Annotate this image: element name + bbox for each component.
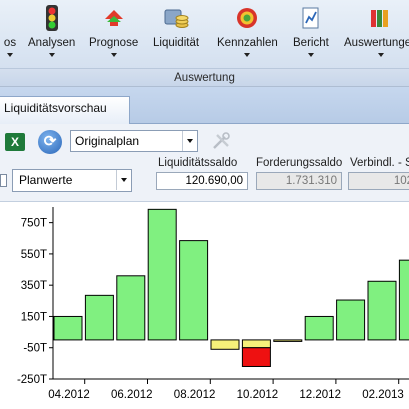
view-toolbar: X ⟳ Originalplan Planwerte Liquiditätssa… <box>0 124 409 202</box>
plan-select[interactable]: Originalplan <box>70 130 198 152</box>
y-tick-label: -250T <box>17 374 47 386</box>
verb-label: Verbindl. - Sa <box>350 157 409 169</box>
dropdown-arrow-icon <box>7 53 13 57</box>
saldo-field[interactable]: 120.690,00 <box>156 172 248 190</box>
ribbon-group-label: Auswertung <box>0 68 409 86</box>
app-window: os Analysen Prognose Liquidität Kennzahl… <box>0 0 409 409</box>
ribbon-button-bericht[interactable]: Bericht <box>293 4 329 66</box>
forder-label: Forderungssaldo <box>256 157 343 169</box>
bar-12.2012 <box>304 315 334 341</box>
ribbon-label: os <box>3 37 17 49</box>
y-tick-label: 350T <box>21 280 47 292</box>
coins-icon <box>162 4 190 32</box>
values-select-value: Planwerte <box>19 173 73 187</box>
dropdown-arrow-icon <box>244 53 251 57</box>
tools-icon[interactable] <box>210 131 232 151</box>
dropdown-arrow-icon <box>307 53 314 57</box>
chart-svg: 750T 550T 350T 150T -50T -250T04.2012 06.2012 0… <box>17 207 409 401</box>
ribbon-button-analysen[interactable]: Analysen <box>28 4 75 66</box>
bar-11.2012 <box>273 339 303 342</box>
refresh-button[interactable]: ⟳ <box>38 130 62 154</box>
dropdown-arrow-icon <box>377 53 384 57</box>
ribbon-label: Kennzahlen <box>217 37 278 49</box>
arrows-icon <box>100 4 128 32</box>
bar-05.2012 <box>84 294 114 341</box>
x-tick-label: 10.2012 <box>237 389 279 401</box>
dropdown-arrow-icon <box>110 53 117 57</box>
ribbon-button-liquiditaet[interactable]: Liquidität <box>153 4 199 66</box>
bar-10.2012-upper <box>241 339 271 349</box>
y-tick-label: 750T <box>21 218 47 230</box>
verb-field: 102 <box>348 172 409 190</box>
ribbon-button-prognose[interactable]: Prognose <box>89 4 138 66</box>
bar-06.2012 <box>116 275 146 341</box>
forder-field: 1.731.310 <box>256 172 342 190</box>
bar-04.2012 <box>53 315 83 341</box>
plan-select-value: Originalplan <box>75 134 140 148</box>
bar-03.2013 <box>398 259 409 341</box>
chevron-down-icon[interactable] <box>182 131 197 151</box>
bar-02.2013 <box>367 280 397 341</box>
ribbon-button-auswertungen[interactable]: Auswertungen <box>344 4 409 66</box>
ribbon-label: Bericht <box>293 37 329 49</box>
bar-09.2012 <box>210 339 240 350</box>
document-tab-strip: Liquiditätsvorschau <box>0 87 409 124</box>
tab-liquiditaetsvorschau[interactable]: Liquiditätsvorschau <box>0 96 130 124</box>
bar-10.2012-lower <box>241 347 271 367</box>
y-tick-label: 550T <box>21 249 47 261</box>
x-tick-label: 06.2012 <box>111 389 153 401</box>
ribbon: os Analysen Prognose Liquidität Kennzahl… <box>0 0 409 87</box>
bar-07.2012 <box>147 208 177 341</box>
binders-icon <box>367 4 395 32</box>
liquidity-chart: 750T 550T 350T 150T -50T -250T 04.2012 06.2012 0… <box>0 203 409 409</box>
traffic-light-icon <box>38 4 66 32</box>
excel-icon: X <box>10 135 19 149</box>
ribbon-label: Auswertungen <box>344 37 409 49</box>
chevron-down-icon[interactable] <box>116 170 131 190</box>
ribbon-label: Analysen <box>28 37 76 49</box>
partial-icon <box>0 4 24 32</box>
row-checkbox[interactable] <box>0 174 7 187</box>
x-tick-label: 04.2012 <box>48 389 90 401</box>
bar-08.2012 <box>179 240 209 341</box>
ribbon-label: Prognose <box>89 37 139 49</box>
ribbon-button-kennzahlen[interactable]: Kennzahlen <box>217 4 278 66</box>
y-tick-label: -50T <box>23 343 47 355</box>
x-tick-label: 12.2012 <box>299 389 341 401</box>
x-tick-label: 02.2013 <box>362 389 404 401</box>
values-select[interactable]: Planwerte <box>12 169 132 192</box>
ribbon-label: Liquidität <box>153 37 200 49</box>
report-icon <box>297 4 325 32</box>
excel-export-button[interactable]: X <box>5 133 25 151</box>
bar-01.2013 <box>336 299 366 341</box>
target-icon <box>233 4 261 32</box>
y-tick-label: 150T <box>21 311 47 323</box>
ribbon-button-partial[interactable]: os <box>0 4 24 66</box>
saldo-label: Liquiditätssaldo <box>158 157 238 169</box>
x-tick-label: 08.2012 <box>174 389 216 401</box>
refresh-icon: ⟳ <box>43 133 57 150</box>
dropdown-arrow-icon <box>48 53 55 57</box>
